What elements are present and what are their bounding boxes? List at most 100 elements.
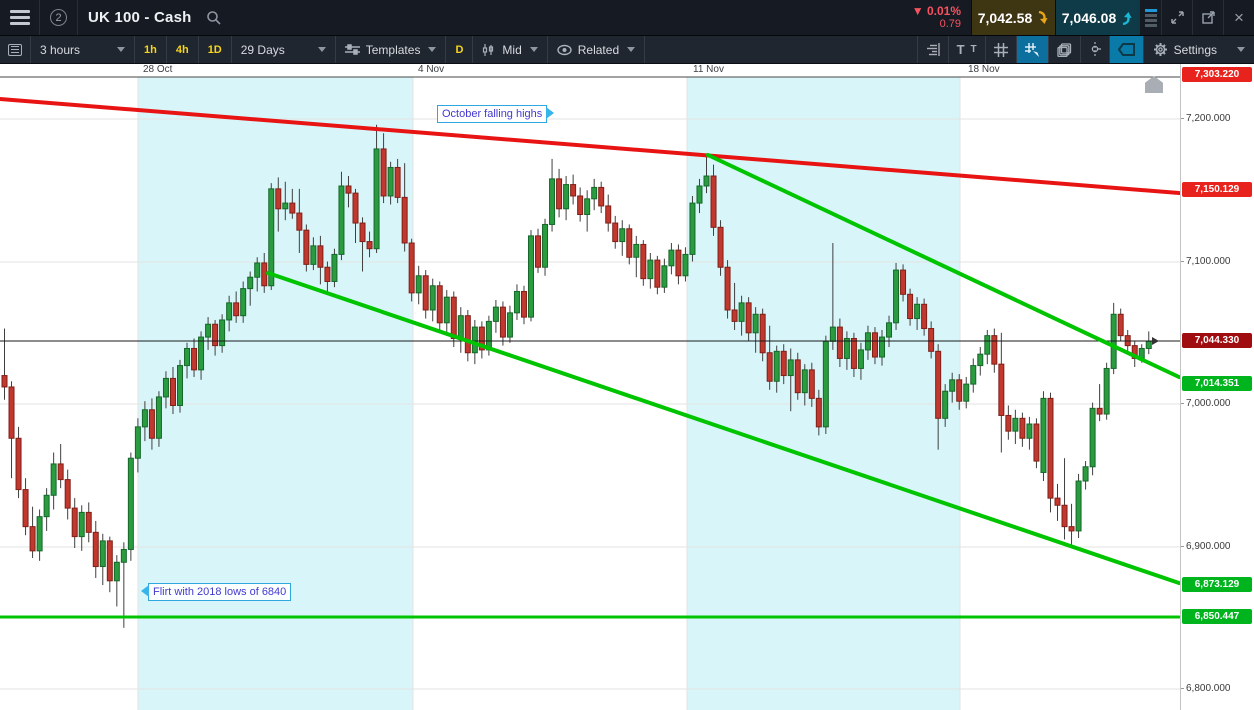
candle-down	[612, 222, 619, 243]
order-book-icon[interactable]	[918, 36, 949, 63]
candle-up	[584, 198, 591, 215]
candle-down	[71, 507, 78, 538]
last-price-marker	[1152, 337, 1159, 345]
settings-dropdown[interactable]: Settings	[1144, 36, 1254, 63]
interval-value: 3 hours	[40, 42, 81, 57]
candle-up	[1012, 417, 1019, 432]
candle-up	[155, 396, 162, 439]
candle-down	[907, 293, 914, 320]
candle-up	[198, 336, 205, 371]
date-label: 28 Oct	[143, 64, 173, 75]
candle-down	[640, 243, 647, 280]
chevron-down-icon	[317, 47, 326, 52]
candle-up	[689, 202, 696, 255]
candle-up	[373, 148, 380, 250]
candle-up	[1145, 340, 1152, 349]
level-price-badge: 7,014.351	[1182, 376, 1252, 391]
chart-list-icon[interactable]	[0, 36, 31, 63]
candle-up	[282, 202, 289, 210]
related-dropdown[interactable]: Related	[548, 36, 646, 63]
candle-up	[886, 322, 893, 338]
maximize-icon[interactable]	[1161, 0, 1192, 35]
candle-down	[169, 377, 176, 406]
candle-down	[871, 332, 878, 358]
candle-up	[738, 302, 745, 322]
candle-up	[247, 276, 254, 290]
candle-down	[345, 185, 352, 194]
candle-up	[513, 290, 520, 314]
candle-up	[457, 315, 464, 339]
chart-annotation[interactable]: October falling highs	[437, 105, 555, 123]
candle-down	[710, 175, 717, 228]
candle-down	[570, 184, 577, 197]
chart-canvas[interactable]: 28 Oct 4 Nov 11 Nov 18 Nov October falling …	[0, 64, 1254, 710]
candle-down	[991, 335, 998, 365]
candle-up	[879, 336, 885, 358]
candle-down	[401, 196, 408, 244]
candle-down	[815, 397, 822, 428]
candle-down	[1047, 397, 1054, 499]
candle-down	[535, 235, 542, 268]
candle-down	[1096, 407, 1103, 415]
candle-down	[352, 192, 359, 224]
candle-down	[675, 249, 682, 277]
interval-button-1h[interactable]: 1h	[135, 36, 167, 63]
axis-label: 7,000.000	[1181, 398, 1231, 409]
layouts-icon[interactable]	[1049, 36, 1081, 63]
price-label-tool-icon[interactable]	[1109, 36, 1144, 63]
candle-down	[605, 205, 612, 224]
price-axis[interactable]: 7,303.220 7,200.000 7,150.129 7,100.000 7,04…	[1180, 64, 1254, 710]
interval-button-4h[interactable]: 4h	[167, 36, 199, 63]
drawing-tools-icon[interactable]	[1016, 36, 1049, 63]
grid-icon[interactable]	[986, 36, 1017, 63]
close-icon[interactable]: ×	[1223, 0, 1254, 35]
candle-up	[127, 457, 134, 550]
candle-up	[914, 303, 921, 320]
candle-down	[766, 352, 773, 382]
candle-down	[745, 302, 752, 334]
candle-down	[1117, 313, 1124, 337]
candle-up	[134, 426, 141, 459]
candle-up	[506, 312, 513, 338]
templates-dropdown[interactable]: Templates	[336, 36, 447, 63]
session-d-button[interactable]: D	[446, 36, 474, 63]
range-dropdown[interactable]: 29 Days	[232, 36, 336, 63]
candle-up	[1040, 397, 1047, 473]
candle-up	[682, 253, 689, 277]
text-tool-icon[interactable]: TT	[949, 36, 986, 63]
candle-down	[464, 315, 471, 354]
candle-down	[422, 275, 429, 311]
range-value: 29 Days	[240, 42, 285, 57]
candle-down	[29, 526, 36, 552]
chart-toolbar: 3 hours 1h 4h 1D 29 Days Templates D Mid…	[0, 36, 1254, 64]
menu-icon[interactable]	[0, 0, 40, 35]
sell-button[interactable]: 7,042.58	[971, 0, 1055, 35]
order-pin-icon[interactable]	[1081, 36, 1110, 63]
candle-up	[177, 365, 183, 406]
chevron-down-icon	[627, 47, 636, 52]
level-price-badge: 7,150.129	[1182, 182, 1252, 197]
popout-icon[interactable]	[1192, 0, 1223, 35]
candlestick-plot[interactable]	[0, 64, 1180, 710]
candle-up	[43, 494, 50, 518]
panel-layout-icon[interactable]	[1139, 0, 1161, 35]
interval-dropdown[interactable]: 3 hours	[31, 36, 135, 63]
candle-down	[1068, 526, 1075, 532]
candle-down	[850, 337, 857, 369]
candle-down	[626, 228, 633, 258]
related-markets-icon	[557, 44, 572, 55]
search-icon[interactable]	[201, 0, 227, 35]
date-axis: 28 Oct 4 Nov 11 Nov 18 Nov	[0, 64, 1180, 77]
price-type-dropdown[interactable]: Mid	[473, 36, 548, 63]
candle-up	[36, 516, 43, 552]
candle-down	[900, 269, 907, 295]
candle-down	[8, 386, 15, 439]
chart-annotation[interactable]: Flirt with 2018 lows of 6840	[141, 583, 292, 601]
candle-up	[50, 463, 57, 496]
candle-up	[184, 347, 191, 367]
buy-button[interactable]: 7,046.08	[1055, 0, 1139, 35]
candle-down	[808, 369, 815, 399]
candle-down	[394, 166, 401, 198]
candle-up	[661, 265, 668, 288]
interval-button-1d[interactable]: 1D	[199, 36, 232, 63]
